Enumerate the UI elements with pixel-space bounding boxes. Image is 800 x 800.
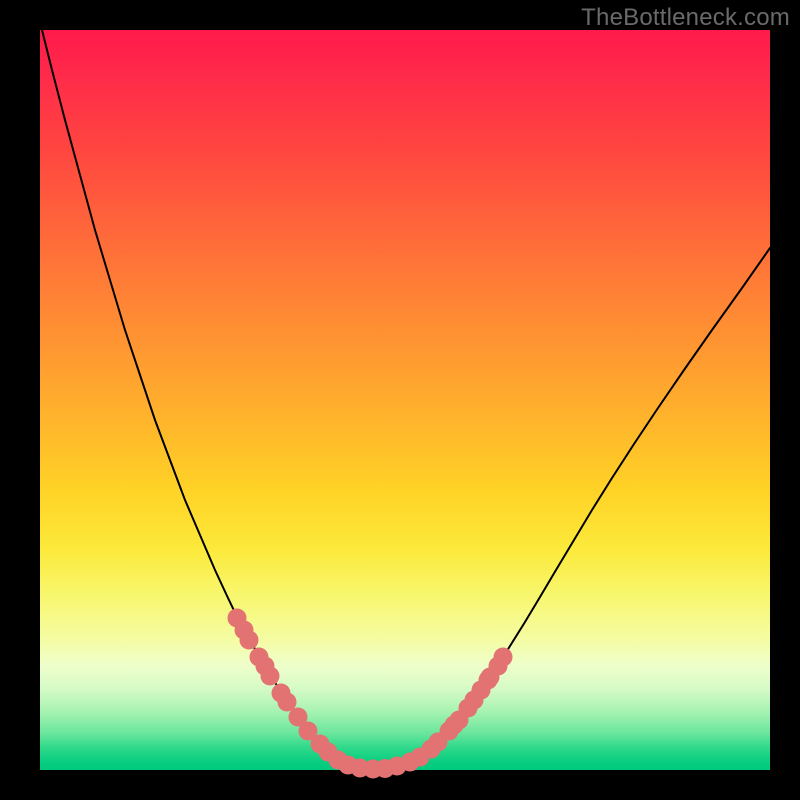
bottleneck-curve [42, 30, 770, 769]
data-marker [494, 648, 513, 667]
watermark-label: TheBottleneck.com [581, 4, 790, 32]
plot-area [40, 30, 770, 770]
data-marker [240, 631, 259, 650]
marker-group [228, 609, 513, 779]
data-marker [261, 667, 280, 686]
chart-svg [40, 30, 770, 770]
chart-frame: TheBottleneck.com [0, 0, 800, 800]
